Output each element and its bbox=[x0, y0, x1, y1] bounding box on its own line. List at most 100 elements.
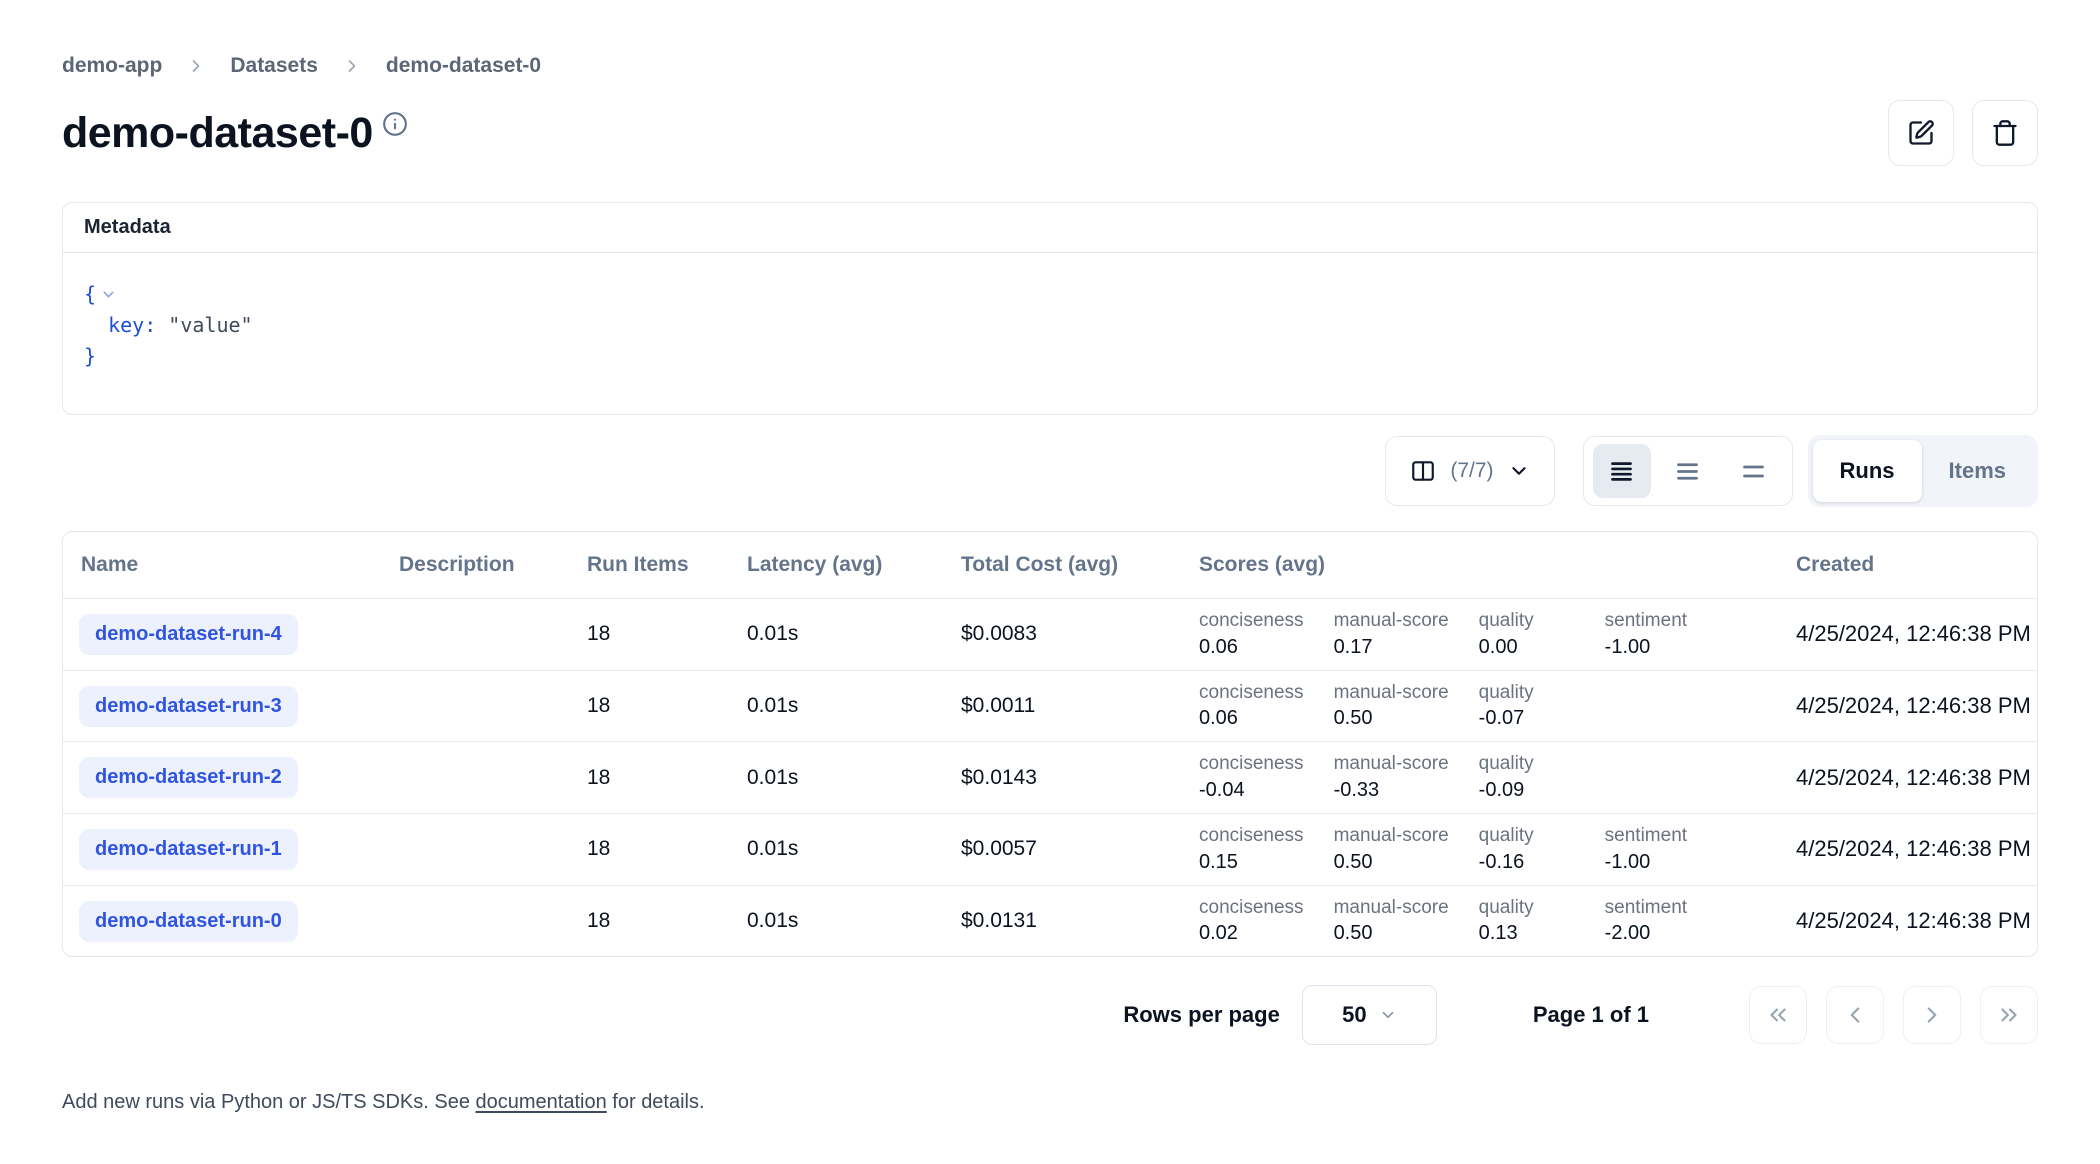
page-title-text: demo-dataset-0 bbox=[62, 109, 373, 158]
score-label: manual-score bbox=[1334, 609, 1449, 634]
latency-cell: 0.01s bbox=[733, 599, 947, 671]
scores-cell: conciseness0.06 manual-score0.50 quality-0… bbox=[1199, 681, 1768, 732]
row-height-medium-button[interactable] bbox=[1659, 444, 1717, 498]
documentation-link[interactable]: documentation bbox=[476, 1091, 607, 1113]
score-item: manual-score0.50 bbox=[1334, 681, 1449, 732]
score-item: quality0.00 bbox=[1479, 609, 1575, 660]
chevron-left-icon bbox=[1842, 1002, 1868, 1028]
latency-cell: 0.01s bbox=[733, 670, 947, 742]
breadcrumb: demo-app Datasets demo-dataset-0 bbox=[62, 54, 2038, 78]
score-label: conciseness bbox=[1199, 681, 1304, 706]
scores-cell: conciseness-0.04manual-score-0.33quality… bbox=[1199, 752, 1768, 803]
description-cell bbox=[385, 742, 573, 814]
tab-items[interactable]: Items bbox=[1922, 440, 2033, 502]
score-item: quality-0.09 bbox=[1479, 752, 1575, 803]
table-row: demo-dataset-run-0 18 0.01s $0.0131 conc… bbox=[63, 885, 2038, 956]
column-header-description: Description bbox=[385, 532, 573, 599]
total-cost-cell: $0.0131 bbox=[947, 885, 1185, 956]
tab-runs[interactable]: Runs bbox=[1813, 440, 1922, 502]
column-visibility-button[interactable]: (7/7) bbox=[1385, 436, 1554, 506]
score-value: 0.00 bbox=[1479, 634, 1575, 660]
score-item: manual-score-0.33 bbox=[1334, 752, 1449, 803]
title-row: demo-dataset-0 bbox=[62, 100, 2038, 166]
score-item: manual-score0.17 bbox=[1334, 609, 1449, 660]
sdk-hint: Add new runs via Python or JS/TS SDKs. S… bbox=[62, 1091, 2038, 1114]
score-item: conciseness0.06 bbox=[1199, 681, 1304, 732]
score-label: quality bbox=[1479, 896, 1575, 921]
run-name-link[interactable]: demo-dataset-run-2 bbox=[79, 757, 298, 798]
breadcrumb-item-project[interactable]: demo-app bbox=[62, 54, 162, 78]
edit-dataset-button[interactable] bbox=[1888, 100, 1954, 166]
score-value: -1.00 bbox=[1605, 849, 1701, 875]
score-item: conciseness0.02 bbox=[1199, 896, 1304, 947]
scores-cell: conciseness0.06 manual-score0.17 quality0.… bbox=[1199, 609, 1768, 660]
first-page-button[interactable] bbox=[1749, 986, 1807, 1044]
last-page-button[interactable] bbox=[1980, 986, 2038, 1044]
json-close-brace: } bbox=[84, 341, 96, 372]
delete-dataset-button[interactable] bbox=[1972, 100, 2038, 166]
json-key: key: bbox=[108, 310, 156, 341]
score-value: -2.00 bbox=[1605, 920, 1701, 946]
description-cell bbox=[385, 599, 573, 671]
score-label: conciseness bbox=[1199, 752, 1304, 777]
score-value: -1.00 bbox=[1605, 634, 1701, 660]
run-name-link[interactable]: demo-dataset-run-0 bbox=[79, 901, 298, 942]
table-row: demo-dataset-run-4 18 0.01s $0.0083 conc… bbox=[63, 599, 2038, 671]
chevron-right-icon bbox=[1919, 1002, 1945, 1028]
column-header-scores: Scores (avg) bbox=[1185, 532, 1782, 599]
total-cost-cell: $0.0143 bbox=[947, 742, 1185, 814]
description-cell bbox=[385, 814, 573, 886]
created-cell: 4/25/2024, 12:46:38 PM bbox=[1782, 885, 2038, 956]
score-label: conciseness bbox=[1199, 896, 1304, 921]
run-items-cell: 18 bbox=[573, 885, 733, 956]
score-item: quality-0.07 bbox=[1479, 681, 1575, 732]
breadcrumb-item-datasets[interactable]: Datasets bbox=[230, 54, 318, 78]
column-header-name: Name bbox=[63, 532, 385, 599]
edit-icon bbox=[1907, 119, 1935, 147]
description-cell bbox=[385, 885, 573, 956]
score-value: 0.50 bbox=[1334, 849, 1449, 875]
created-cell: 4/25/2024, 12:46:38 PM bbox=[1782, 814, 2038, 886]
score-label: sentiment bbox=[1605, 609, 1701, 634]
trash-icon bbox=[1991, 119, 2019, 147]
collapse-chevron-icon[interactable] bbox=[100, 286, 117, 303]
score-item: sentiment-1.00 bbox=[1605, 824, 1701, 875]
info-icon[interactable] bbox=[382, 111, 408, 137]
score-label: quality bbox=[1479, 752, 1575, 777]
table-row: demo-dataset-run-1 18 0.01s $0.0057 conc… bbox=[63, 814, 2038, 886]
score-label: quality bbox=[1479, 609, 1575, 634]
run-name-link[interactable]: demo-dataset-run-1 bbox=[79, 829, 298, 870]
chevron-down-icon bbox=[1508, 460, 1530, 482]
next-page-button[interactable] bbox=[1903, 986, 1961, 1044]
score-label: conciseness bbox=[1199, 609, 1304, 634]
run-name-link[interactable]: demo-dataset-run-4 bbox=[79, 614, 298, 655]
row-height-tall-button[interactable] bbox=[1725, 444, 1783, 498]
description-cell bbox=[385, 670, 573, 742]
page-status: Page 1 of 1 bbox=[1533, 1002, 1649, 1028]
metadata-json-viewer: { key: "value" } bbox=[63, 253, 2037, 414]
run-name-link[interactable]: demo-dataset-run-3 bbox=[79, 686, 298, 727]
table-row: demo-dataset-run-3 18 0.01s $0.0011 conc… bbox=[63, 670, 2038, 742]
row-height-compact-icon bbox=[1608, 458, 1635, 485]
score-value: 0.06 bbox=[1199, 705, 1304, 731]
chevrons-left-icon bbox=[1765, 1002, 1791, 1028]
score-label: manual-score bbox=[1334, 824, 1449, 849]
table-row: demo-dataset-run-2 18 0.01s $0.0143 conc… bbox=[63, 742, 2038, 814]
latency-cell: 0.01s bbox=[733, 742, 947, 814]
json-open-brace: { bbox=[84, 279, 96, 310]
score-item: conciseness0.06 bbox=[1199, 609, 1304, 660]
breadcrumb-item-current-dataset[interactable]: demo-dataset-0 bbox=[386, 54, 541, 78]
chevron-down-icon bbox=[1379, 1006, 1397, 1024]
metadata-card-title: Metadata bbox=[63, 203, 2037, 253]
total-cost-cell: $0.0011 bbox=[947, 670, 1185, 742]
sdk-hint-text-after: for details. bbox=[607, 1091, 705, 1113]
score-value: 0.50 bbox=[1334, 920, 1449, 946]
row-height-compact-button[interactable] bbox=[1593, 444, 1651, 498]
score-value: -0.09 bbox=[1479, 777, 1575, 803]
rows-per-page-select[interactable]: 50 bbox=[1302, 985, 1437, 1045]
table-body: demo-dataset-run-4 18 0.01s $0.0083 conc… bbox=[63, 599, 2038, 957]
scores-cell: conciseness0.15manual-score0.50quality-0… bbox=[1199, 824, 1768, 875]
title-actions bbox=[1888, 100, 2038, 166]
score-value: -0.07 bbox=[1479, 705, 1575, 731]
previous-page-button[interactable] bbox=[1826, 986, 1884, 1044]
